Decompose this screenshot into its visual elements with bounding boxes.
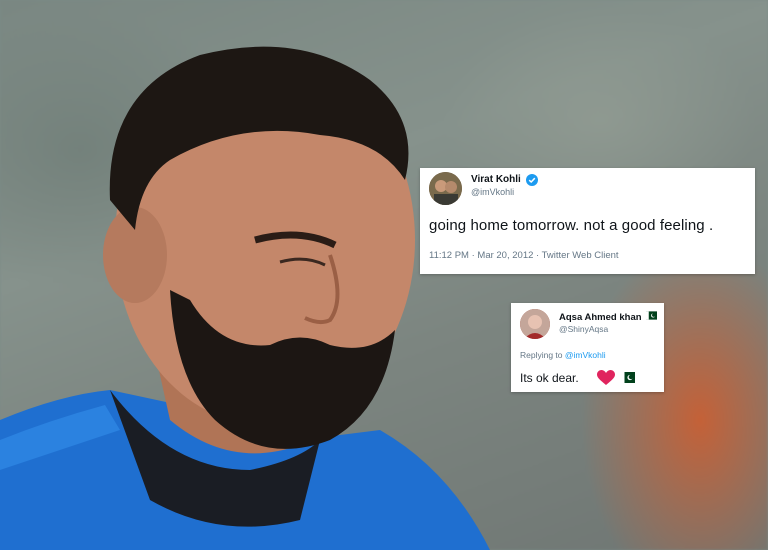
reply-author-handle[interactable]: @ShinyAqsa <box>559 324 608 334</box>
reply-author-name[interactable]: Aqsa Ahmed khan <box>559 312 642 323</box>
tweet-author-name[interactable]: Virat Kohli <box>471 174 521 185</box>
verified-badge-icon <box>526 174 538 186</box>
tweet-text: going home tomorrow. not a good feeling … <box>429 217 714 234</box>
reply-text: Its ok dear. <box>520 371 579 385</box>
pakistan-flag-icon <box>646 311 657 320</box>
tweet-timestamp[interactable]: 11:12 PM · Mar 20, 2012 · Twitter Web Cl… <box>429 250 619 261</box>
replying-prefix: Replying to <box>520 350 563 360</box>
replying-to-mention[interactable]: @imVkohli <box>565 350 606 360</box>
reply-author-avatar[interactable] <box>520 309 550 339</box>
tweet-author-handle[interactable]: @imVkohli <box>471 187 514 197</box>
pakistan-flag-icon <box>621 372 635 383</box>
cricketer-photo <box>0 46 490 550</box>
replying-to-line: Replying to @imVkohli <box>520 350 606 360</box>
kohli-avatar[interactable] <box>429 172 462 205</box>
kohli-tweet-card[interactable]: Virat Kohli @imVkohli going home tomorro… <box>420 168 755 274</box>
reply-tweet-card[interactable]: Aqsa Ahmed khan @ShinyAqsa Replying to @… <box>511 303 664 392</box>
red-heart-icon <box>597 370 615 385</box>
